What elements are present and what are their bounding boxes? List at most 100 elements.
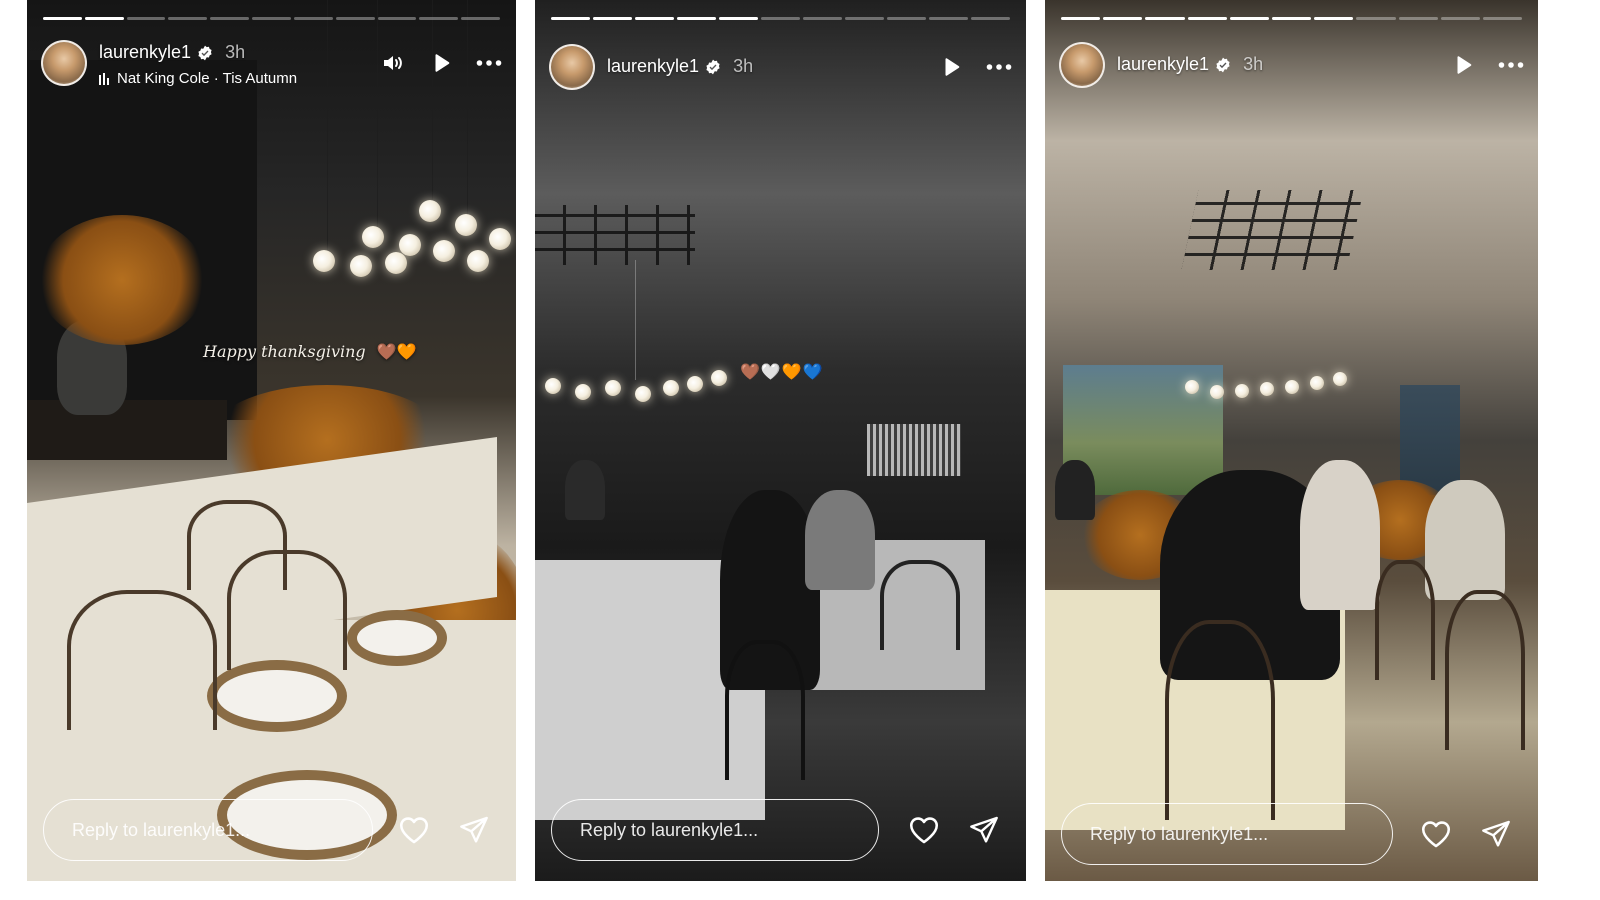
heart-icon[interactable] — [396, 812, 432, 848]
more-dots-icon[interactable] — [1498, 52, 1524, 78]
pendant-bulb — [605, 380, 621, 396]
autumn-foliage — [37, 215, 207, 345]
reply-input[interactable] — [43, 799, 373, 861]
story-header: laurenkyle1 3h — [1059, 42, 1524, 92]
music-attribution[interactable]: Nat King Cole · Tis Autumn — [99, 70, 297, 87]
grid-light-fixture — [1181, 190, 1364, 270]
reply-input[interactable] — [1061, 803, 1393, 865]
guest — [805, 490, 875, 590]
avatar[interactable] — [549, 44, 595, 90]
progress-segment — [971, 17, 1010, 20]
more-dots-icon[interactable] — [986, 54, 1012, 80]
story-caption: Happy thanksgiving 🤎🧡 — [203, 342, 417, 361]
pendant-bulb — [1185, 380, 1199, 394]
caption-text: Happy thanksgiving — [203, 342, 366, 361]
send-icon[interactable] — [456, 812, 492, 848]
heart-icon[interactable] — [906, 812, 942, 848]
pendant-bulb — [635, 386, 651, 402]
story-progress-bar — [551, 17, 1010, 20]
progress-segment — [210, 17, 250, 20]
story-controls — [1450, 52, 1524, 78]
plate — [357, 620, 437, 656]
more-dots-icon[interactable] — [476, 50, 502, 76]
story-panel-1[interactable]: laurenkyle1 3h Nat King Cole · Tis Autum… — [27, 0, 516, 881]
post-time: 3h — [1243, 54, 1264, 74]
play-icon[interactable] — [1450, 52, 1476, 78]
story-footer — [43, 799, 500, 861]
story-photo — [1045, 0, 1538, 881]
progress-segment — [1440, 17, 1480, 20]
progress-segment — [335, 17, 375, 20]
speaker-icon[interactable] — [380, 50, 406, 76]
footer-actions — [906, 812, 1002, 848]
pendant-bulb — [489, 228, 511, 250]
sideboard — [27, 400, 227, 460]
progress-segment — [1061, 17, 1101, 20]
pendant-bulb — [399, 234, 421, 256]
progress-segment — [377, 17, 417, 20]
story-footer — [551, 799, 1010, 861]
chair — [880, 560, 960, 650]
chair — [67, 590, 217, 730]
post-time: 3h — [225, 42, 246, 62]
chair — [1165, 620, 1275, 820]
verified-badge-icon — [197, 45, 213, 61]
guest — [1425, 480, 1505, 600]
footer-actions — [1418, 816, 1514, 852]
pendant-bulb — [455, 214, 477, 236]
pendant-wire — [467, 0, 468, 215]
pendant-bulb — [545, 378, 561, 394]
reply-input[interactable] — [551, 799, 879, 861]
progress-segment — [126, 17, 166, 20]
caption-emoji: 🤎🧡 — [376, 342, 417, 361]
progress-segment — [551, 17, 590, 20]
chair — [725, 640, 805, 780]
television — [867, 424, 961, 476]
heart-icon[interactable] — [1418, 816, 1454, 852]
progress-segment — [929, 17, 968, 20]
progress-segment — [84, 17, 124, 20]
username[interactable]: laurenkyle1 — [607, 56, 699, 77]
footer-actions — [396, 812, 492, 848]
progress-segment — [419, 17, 459, 20]
story-photo — [27, 0, 516, 881]
play-icon[interactable] — [428, 50, 454, 76]
pendant-bulb — [663, 380, 679, 396]
progress-segment — [593, 17, 632, 20]
user-line: laurenkyle1 3h — [607, 56, 753, 77]
pendant-wire — [377, 0, 378, 230]
pendant-bulb — [385, 252, 407, 274]
verified-badge-icon — [705, 59, 721, 75]
story-controls — [938, 54, 1012, 80]
pendant-bulb — [467, 250, 489, 272]
story-progress-bar — [43, 17, 500, 20]
story-panel-3[interactable]: laurenkyle1 3h — [1045, 0, 1538, 881]
pendant-bulb — [1260, 382, 1274, 396]
play-icon[interactable] — [938, 54, 964, 80]
story-panel-2[interactable]: laurenkyle1 3h 🤎🤍🧡💙 — [535, 0, 1026, 881]
progress-segment — [1145, 17, 1185, 20]
send-icon[interactable] — [1478, 816, 1514, 852]
username[interactable]: laurenkyle1 — [99, 42, 191, 63]
progress-segment — [168, 17, 208, 20]
pendant-bulb — [1285, 380, 1299, 394]
story-emoji-caption: 🤎🤍🧡💙 — [740, 364, 824, 381]
story-header: laurenkyle1 3h Nat King Cole · Tis Autum… — [41, 40, 502, 90]
user-line: laurenkyle1 3h — [99, 42, 245, 63]
pendant-bulb — [1333, 372, 1347, 386]
pendant-wire — [327, 0, 328, 250]
avatar[interactable] — [1059, 42, 1105, 88]
progress-segment — [252, 17, 291, 20]
progress-segment — [803, 17, 842, 20]
avatar[interactable] — [41, 40, 87, 86]
post-time: 3h — [733, 56, 754, 76]
story-progress-bar — [1061, 17, 1523, 20]
progress-segment — [1229, 17, 1269, 20]
story-header: laurenkyle1 3h — [549, 44, 1012, 94]
pendant-bulb — [687, 376, 703, 392]
progress-segment — [293, 17, 333, 20]
guest — [565, 460, 605, 520]
send-icon[interactable] — [966, 812, 1002, 848]
music-track: Nat King Cole · Tis Autumn — [117, 70, 298, 87]
username[interactable]: laurenkyle1 — [1117, 54, 1209, 75]
